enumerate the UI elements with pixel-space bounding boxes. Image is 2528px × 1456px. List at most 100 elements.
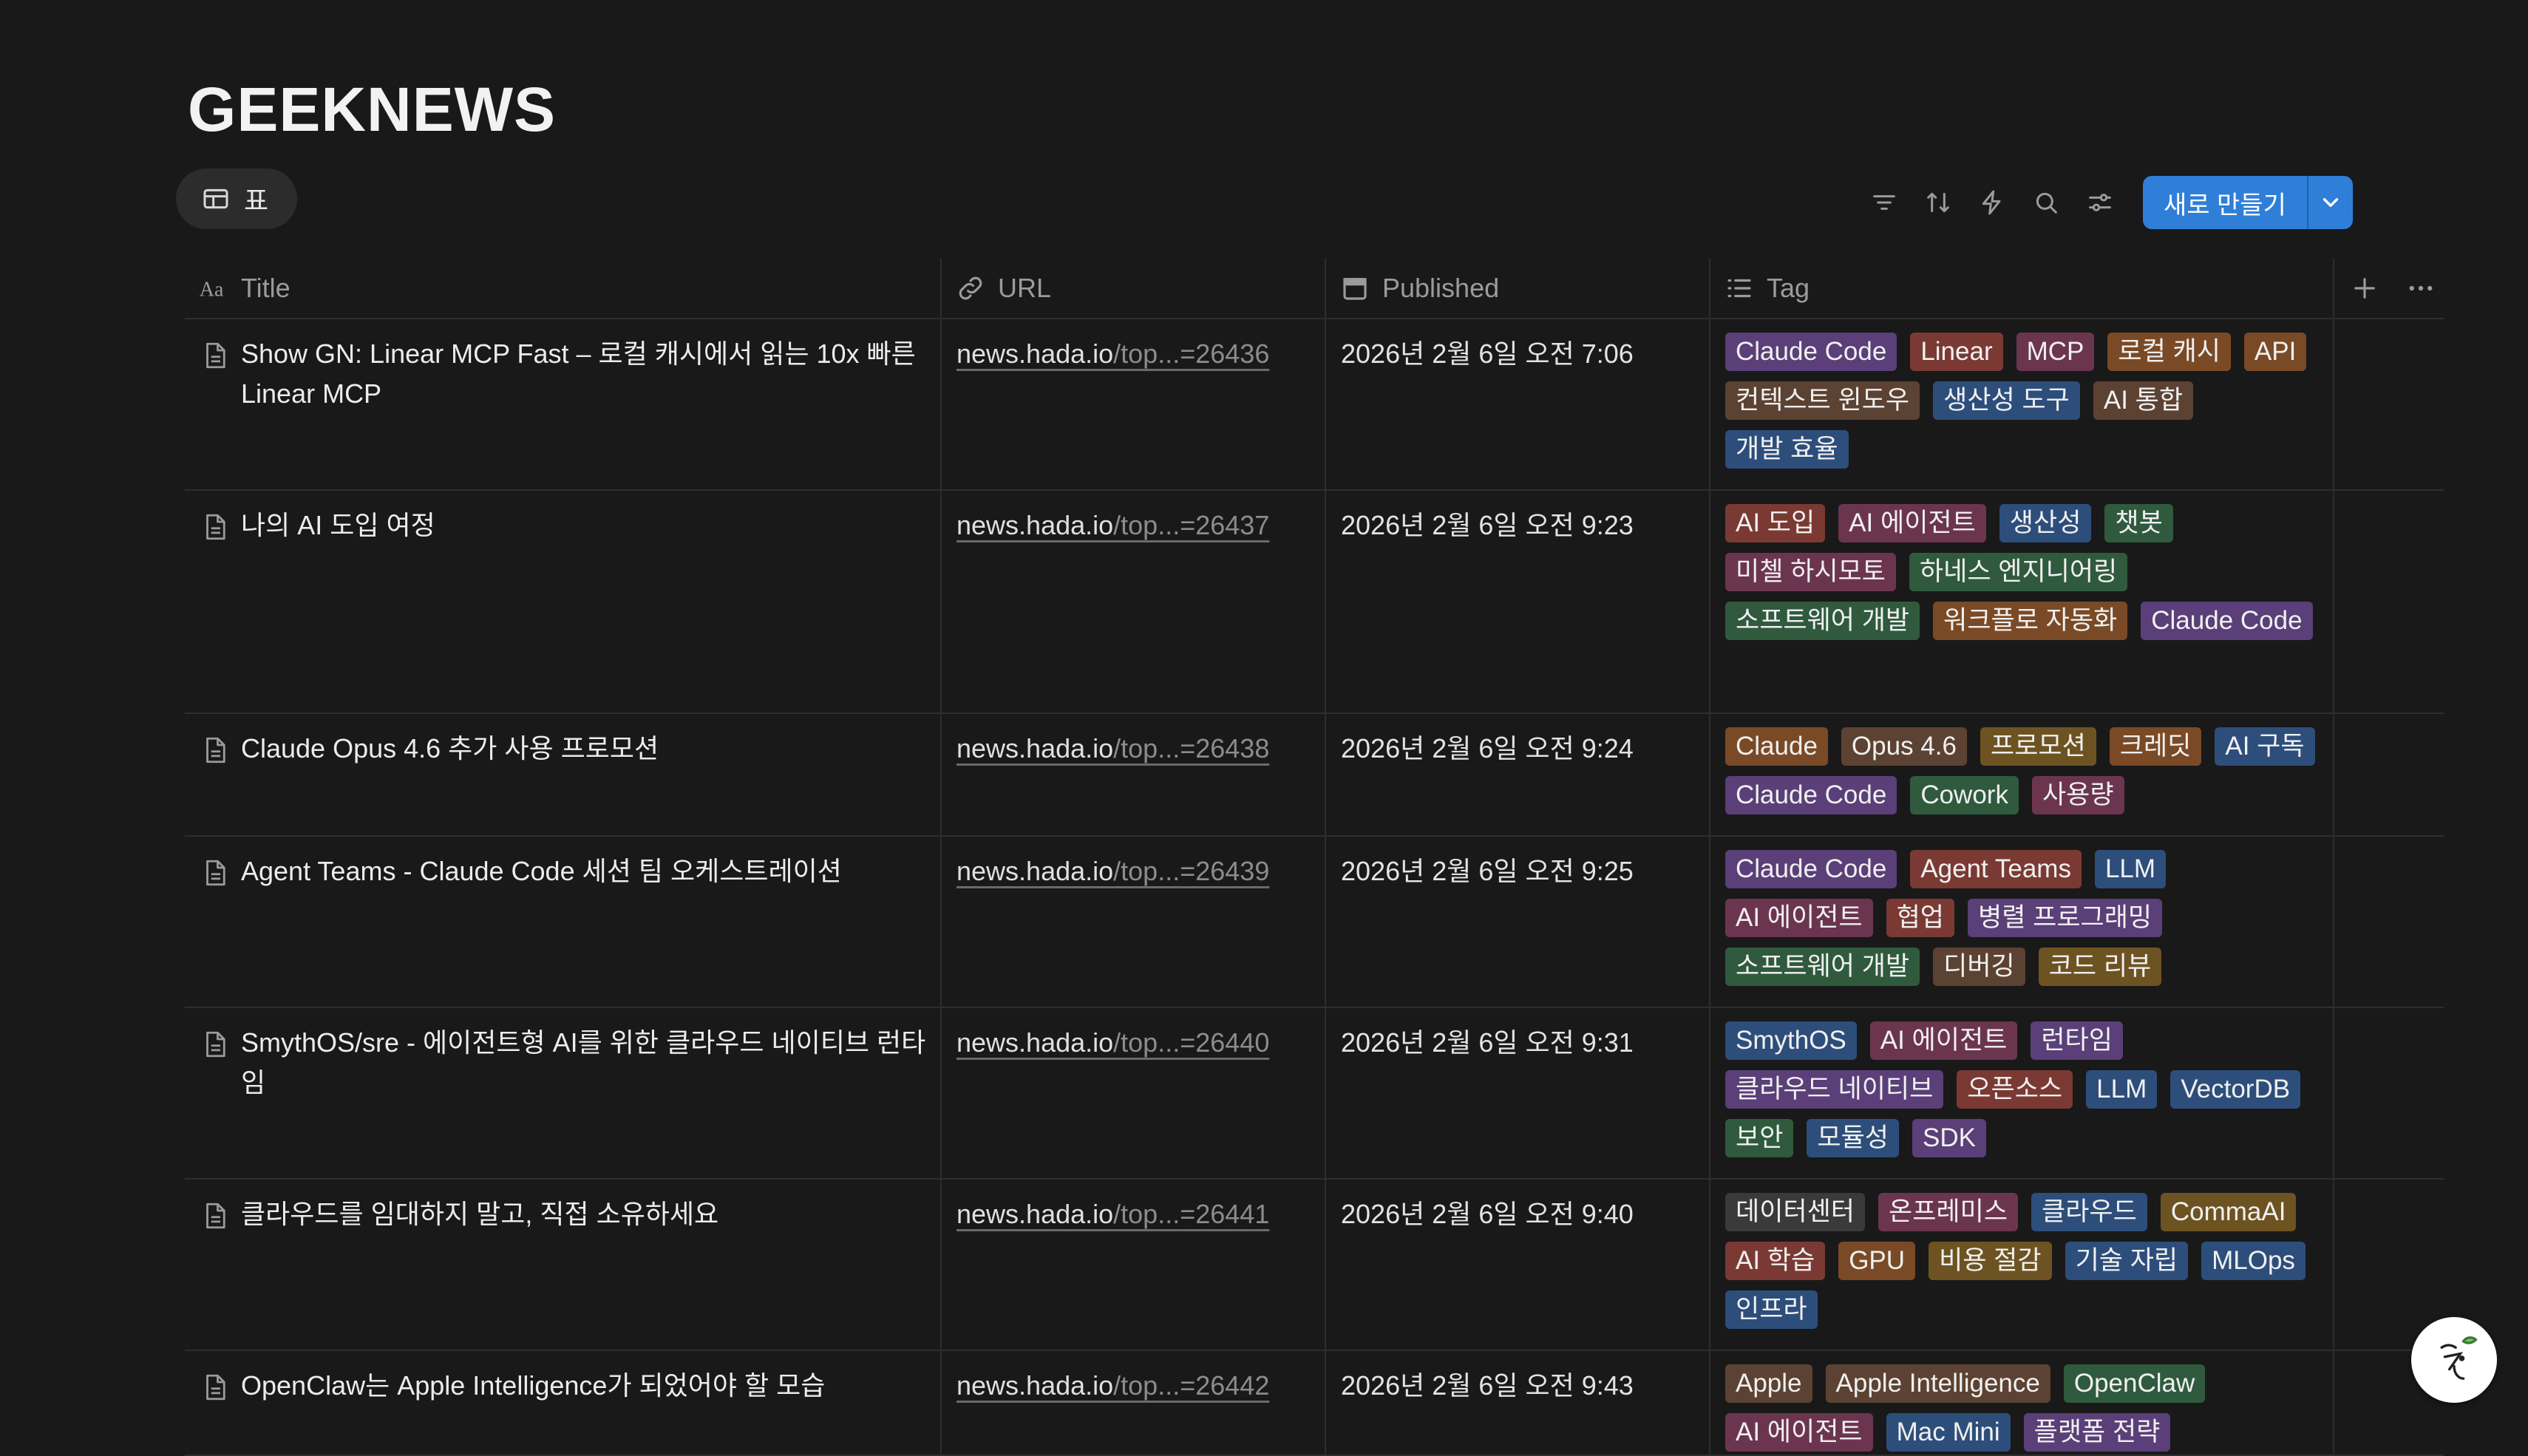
add-property-plus-icon[interactable]: [2349, 273, 2380, 304]
chevron-down-icon: [2323, 198, 2339, 207]
table-row[interactable]: 클라우드를 임대하지 말고, 직접 소유하세요 news.hada.io/top.…: [185, 1180, 2444, 1351]
table-row[interactable]: Show GN: Linear MCP Fast – 로컬 캐시에서 읽는 10…: [185, 319, 2444, 491]
title-cell[interactable]: 나의 AI 도입 여정: [185, 491, 940, 712]
new-dropdown-button[interactable]: [2308, 176, 2353, 229]
published-cell[interactable]: 2026년 2월 6일 오전 9:25: [1325, 837, 1709, 1007]
view-tab-label: 표: [244, 186, 269, 216]
search-icon[interactable]: [2028, 184, 2065, 221]
tag-cell[interactable]: Claude Code Linear MCP 로컬 캐시 API 컨텍스트 윈도우 생산성 …: [1709, 319, 2333, 489]
assistant-avatar[interactable]: [2411, 1317, 2497, 1403]
tag-chip: 챗봇: [2104, 504, 2173, 542]
filter-icon[interactable]: [1866, 184, 1903, 221]
tag-chip: 협업: [1886, 899, 1954, 937]
tag-chip: Opus 4.6: [1841, 727, 1967, 766]
tag-chip: 소프트웨어 개발: [1725, 948, 1920, 986]
link-icon: [959, 276, 982, 300]
tag-chip: 오픈소스: [1957, 1070, 2073, 1109]
automation-bolt-icon[interactable]: [1974, 184, 2011, 221]
settings-sliders-icon[interactable]: [2082, 184, 2118, 221]
tag-chip: 개발 효율: [1725, 430, 1849, 469]
tag-chip: 코드 리뷰: [2038, 948, 2162, 986]
tag-cell[interactable]: AI 도입 AI 에이전트 생산성 챗봇 미첼 하시모토 하네스 엔지니어링 소프트웨어 개…: [1709, 491, 2333, 712]
column-header-title[interactable]: Aa Title: [185, 259, 940, 318]
table-view-tab[interactable]: 표: [176, 169, 297, 229]
tag-chip: 생산성: [1999, 504, 2092, 542]
published-cell[interactable]: 2026년 2월 6일 오전 9:43: [1325, 1351, 1709, 1455]
tag-cell[interactable]: Claude Opus 4.6 프로모션 크레딧 AI 구독 Claude Code Cow…: [1709, 714, 2333, 835]
url-cell[interactable]: news.hada.io/top...=26440: [940, 1008, 1325, 1178]
tag-chip: 크레딧: [2109, 727, 2202, 766]
table-row[interactable]: SmythOS/sre - 에이전트형 AI를 위한 클라우드 네이티브 런타임…: [185, 1008, 2444, 1180]
table-header: Aa Title URL Published Tag: [185, 259, 2444, 319]
column-header-url[interactable]: URL: [940, 259, 1325, 318]
tag-chip: 미첼 하시모토: [1725, 553, 1896, 591]
tag-cell[interactable]: Apple Apple Intelligence OpenClaw AI 에이전트 Ma…: [1709, 1351, 2333, 1455]
row-title: Show GN: Linear MCP Fast – 로컬 캐시에서 읽는 10…: [241, 339, 916, 409]
tag-chip: AI 에이전트: [1838, 504, 1986, 542]
table-row[interactable]: OpenClaw는 Apple Intelligence가 되었어야 할 모습 n…: [185, 1351, 2444, 1456]
row-end-cell: [2333, 1180, 2444, 1350]
tag-chip: 클라우드 네이티브: [1725, 1070, 1944, 1109]
face-doodle-icon: [2440, 1336, 2478, 1380]
tag-cell[interactable]: 데이터센터 온프레미스 클라우드 CommaAI AI 학습 GPU 비용 절감 기술 자립 M…: [1709, 1180, 2333, 1350]
row-end-cell: [2333, 837, 2444, 1007]
new-button[interactable]: 새로 만들기: [2143, 176, 2308, 229]
tag-chip: OpenClaw: [2063, 1364, 2206, 1403]
tag-chip: 생산성 도구: [1933, 381, 2080, 420]
url-cell[interactable]: news.hada.io/top...=26438: [940, 714, 1325, 835]
table-row[interactable]: Agent Teams - Claude Code 세션 팀 오케스트레이션 ne…: [185, 837, 2444, 1008]
tag-chip: SDK: [1912, 1119, 1986, 1157]
title-cell[interactable]: SmythOS/sre - 에이전트형 AI를 위한 클라우드 네이티브 런타임: [185, 1008, 940, 1178]
tag-chip: Claude Code: [1725, 850, 1897, 888]
tag-chip: API: [2243, 333, 2307, 371]
multi-select-list-icon: [1727, 279, 1751, 298]
published-cell[interactable]: 2026년 2월 6일 오전 9:23: [1325, 491, 1709, 712]
tag-chip: GPU: [1838, 1242, 1916, 1280]
tag-chip: Linear: [1910, 333, 2003, 371]
url-host: news.hada.io: [957, 856, 1114, 886]
url-cell[interactable]: news.hada.io/top...=26442: [940, 1351, 1325, 1455]
page-icon: [206, 737, 225, 763]
tag-chip: 인프라: [1725, 1290, 1818, 1329]
published-cell[interactable]: 2026년 2월 6일 오전 9:31: [1325, 1008, 1709, 1178]
more-options-icon[interactable]: [2405, 273, 2436, 304]
tag-cell[interactable]: SmythOS AI 에이전트 런타임 클라우드 네이티브 오픈소스 LLM VectorD…: [1709, 1008, 2333, 1178]
table-row[interactable]: Claude Opus 4.6 추가 사용 프로모션 news.hada.io/t…: [185, 714, 2444, 837]
title-cell[interactable]: Show GN: Linear MCP Fast – 로컬 캐시에서 읽는 10…: [185, 319, 940, 489]
column-header-published[interactable]: Published: [1325, 259, 1709, 318]
tag-chip: 소프트웨어 개발: [1725, 602, 1920, 640]
tag-chip: 데이터센터: [1725, 1193, 1866, 1231]
tag-chip: AI 학습: [1725, 1242, 1826, 1280]
tag-chip: AI 도입: [1725, 504, 1826, 542]
published-cell[interactable]: 2026년 2월 6일 오전 9:24: [1325, 714, 1709, 835]
page-icon: [206, 514, 225, 540]
published-cell[interactable]: 2026년 2월 6일 오전 9:40: [1325, 1180, 1709, 1350]
url-path: /top...=26440: [1113, 1027, 1270, 1058]
page-icon: [206, 1202, 225, 1229]
row-end-cell: [2333, 491, 2444, 712]
column-header-tag[interactable]: Tag: [1709, 259, 2333, 318]
table-row[interactable]: 나의 AI 도입 여정 news.hada.io/top...=26437 2026…: [185, 491, 2444, 714]
url-cell[interactable]: news.hada.io/top...=26439: [940, 837, 1325, 1007]
title-cell[interactable]: 클라우드를 임대하지 말고, 직접 소유하세요: [185, 1180, 940, 1350]
sort-icon[interactable]: [1920, 184, 1957, 221]
tag-chip: 온프레미스: [1878, 1193, 2019, 1231]
tag-chip: 기술 자립: [2065, 1242, 2189, 1280]
title-cell[interactable]: Agent Teams - Claude Code 세션 팀 오케스트레이션: [185, 837, 940, 1007]
page-icon: [206, 1031, 225, 1058]
tag-chip: VectorDB: [2170, 1070, 2301, 1109]
tag-chip: Claude Code: [1725, 776, 1897, 814]
title-cell[interactable]: OpenClaw는 Apple Intelligence가 되었어야 할 모습: [185, 1351, 940, 1455]
row-end-cell: [2333, 1008, 2444, 1178]
url-host: news.hada.io: [957, 510, 1114, 540]
title-cell[interactable]: Claude Opus 4.6 추가 사용 프로모션: [185, 714, 940, 835]
tag-chip: 프로모션: [1980, 727, 2096, 766]
url-cell[interactable]: news.hada.io/top...=26437: [940, 491, 1325, 712]
published-cell[interactable]: 2026년 2월 6일 오전 7:06: [1325, 319, 1709, 489]
tag-cell[interactable]: Claude Code Agent Teams LLM AI 에이전트 협업 병렬 프로그…: [1709, 837, 2333, 1007]
tag-chip: AI 에이전트: [1725, 1413, 1873, 1452]
url-cell[interactable]: news.hada.io/top...=26436: [940, 319, 1325, 489]
page-title: GEEKNEWS: [188, 75, 557, 144]
url-host: news.hada.io: [957, 1370, 1114, 1401]
url-cell[interactable]: news.hada.io/top...=26441: [940, 1180, 1325, 1350]
